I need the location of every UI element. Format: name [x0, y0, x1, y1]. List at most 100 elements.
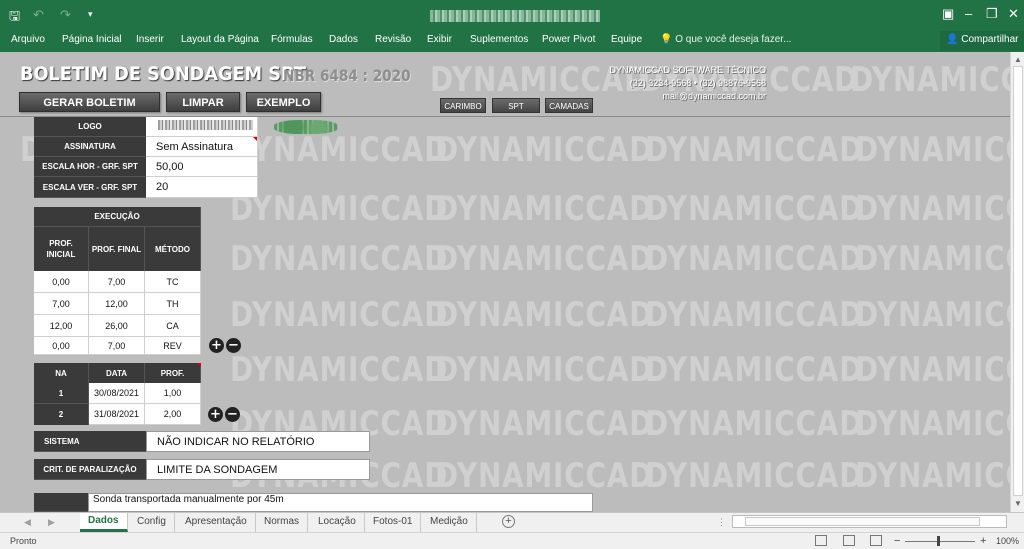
- tab-suplementos[interactable]: Suplementos: [470, 34, 528, 45]
- sheet-tab-normas[interactable]: Normas: [256, 513, 309, 532]
- tell-me-text: O que você deseja fazer...: [675, 34, 792, 45]
- col-metodo: MÉTODO: [145, 227, 201, 271]
- share-label: Compartilhar: [961, 34, 1019, 45]
- company-name: DYNAMICCAD SOFTWARE TÉCNICO: [609, 65, 766, 75]
- scroll-down-icon[interactable]: ▼: [1014, 499, 1022, 508]
- tab-layout-da-pagina[interactable]: Layout da Página: [181, 34, 259, 45]
- redo-icon[interactable]: ↷: [60, 7, 71, 23]
- tab-formulas[interactable]: Fórmulas: [271, 34, 313, 45]
- close-icon[interactable]: ✕: [1008, 6, 1019, 22]
- zoom-level[interactable]: 100%: [996, 536, 1019, 546]
- company-email: mail@dynamiccad.com.br: [662, 91, 766, 101]
- table-cell[interactable]: 2,00: [145, 404, 201, 425]
- watermark: DYNAMICCAD: [645, 404, 864, 444]
- criterio-field[interactable]: LIMITE DA SONDAGEM: [146, 459, 370, 480]
- tab-power-pivot[interactable]: Power Pivot: [542, 34, 595, 45]
- table-cell[interactable]: 0,00: [34, 271, 89, 293]
- carimbo-button[interactable]: CARIMBO: [440, 98, 486, 113]
- add-row-icon[interactable]: +: [209, 338, 224, 353]
- watermark: DYNAMICCAD: [855, 130, 1010, 170]
- scroll-up-icon[interactable]: ▲: [1014, 55, 1022, 64]
- add-sheet-icon[interactable]: +: [502, 515, 515, 528]
- page-layout-view-icon[interactable]: [843, 535, 855, 546]
- escala-ver-field[interactable]: 20: [146, 177, 258, 198]
- table-cell[interactable]: CA: [145, 315, 201, 337]
- window-title-obscured: [430, 10, 600, 22]
- obs-label: [34, 493, 88, 512]
- tab-pagina-inicial[interactable]: Página Inicial: [62, 34, 121, 45]
- table-cell[interactable]: 7,00: [89, 271, 145, 293]
- tab-split-handle-icon[interactable]: ⋮: [717, 517, 726, 528]
- zoom-in-icon[interactable]: +: [980, 535, 986, 547]
- assinatura-field[interactable]: Sem Assinatura: [146, 137, 258, 157]
- minimize-icon[interactable]: –: [965, 6, 972, 21]
- watermark: DYNAMICCAD: [435, 456, 654, 496]
- save-icon[interactable]: 🖫: [9, 7, 20, 29]
- tab-revisao[interactable]: Revisão: [375, 34, 411, 45]
- col-prof-final: PROF. FINAL: [89, 227, 145, 271]
- limpar-button[interactable]: LIMPAR: [166, 92, 240, 112]
- table-cell[interactable]: 12,00: [89, 293, 145, 315]
- escala-hor-label: ESCALA HOR - GRF. SPT: [34, 157, 146, 177]
- watermark: DYNAMICCAD: [230, 189, 449, 229]
- escala-ver-label: ESCALA VER - GRF. SPT: [34, 177, 146, 198]
- share-button[interactable]: 👤 Compartilhar: [940, 31, 1024, 51]
- prev-sheet-icon[interactable]: ◀: [24, 517, 31, 528]
- vertical-scroll-thumb[interactable]: [1013, 66, 1023, 496]
- page-break-view-icon[interactable]: [870, 535, 882, 546]
- sheet-tab-medicao[interactable]: Medição: [422, 513, 477, 532]
- tab-equipe[interactable]: Equipe: [611, 34, 642, 45]
- horizontal-scrollbar[interactable]: [732, 515, 1007, 528]
- obs-field[interactable]: Sonda transportada manualmente por 45m: [88, 493, 593, 512]
- status-bar: Pronto − + 100%: [0, 532, 1024, 549]
- table-cell[interactable]: 7,00: [89, 337, 145, 355]
- add-row-icon[interactable]: +: [208, 407, 223, 422]
- vertical-scrollbar[interactable]: ▲ ▼: [1010, 52, 1024, 512]
- tab-dados[interactable]: Dados: [329, 34, 358, 45]
- ribbon-display-options-icon[interactable]: ▣: [942, 6, 954, 22]
- sheet-tab-dados[interactable]: Dados: [80, 513, 128, 532]
- table-cell[interactable]: 26,00: [89, 315, 145, 337]
- table-cell[interactable]: 7,00: [34, 293, 89, 315]
- spt-button[interactable]: SPT: [492, 98, 540, 113]
- customize-quick-access-icon[interactable]: ▾: [88, 9, 93, 20]
- table-cell[interactable]: 1,00: [145, 383, 201, 404]
- remove-row-icon[interactable]: −: [226, 338, 241, 353]
- sheet-tab-config[interactable]: Config: [129, 513, 175, 532]
- next-sheet-icon[interactable]: ▶: [48, 517, 55, 528]
- sheet-tab-apresentacao[interactable]: Apresentação: [177, 513, 256, 532]
- horizontal-scroll-thumb[interactable]: [745, 517, 980, 526]
- zoom-out-icon[interactable]: −: [894, 535, 900, 547]
- camadas-button[interactable]: CAMADAS: [545, 98, 593, 113]
- exemplo-button[interactable]: EXEMPLO: [246, 92, 321, 112]
- gerar-boletim-button[interactable]: GERAR BOLETIM: [19, 92, 160, 112]
- watermark: DYNAMICCAD: [435, 130, 654, 170]
- sheet-tab-fotos-01[interactable]: Fotos-01: [365, 513, 422, 532]
- table-cell[interactable]: TH: [145, 293, 201, 315]
- escala-hor-field[interactable]: 50,00: [146, 157, 258, 177]
- remove-row-icon[interactable]: −: [225, 407, 240, 422]
- table-cell[interactable]: 0,00: [34, 337, 89, 355]
- table-cell[interactable]: 30/08/2021: [89, 383, 145, 404]
- tab-inserir[interactable]: Inserir: [136, 34, 164, 45]
- table-cell[interactable]: REV: [145, 337, 201, 355]
- sheet-tab-locacao[interactable]: Locação: [310, 513, 365, 532]
- undo-icon[interactable]: ↶: [33, 7, 44, 23]
- watermark: DYNAMICCAD: [230, 350, 449, 390]
- na-row-number: 2: [34, 404, 89, 425]
- sistema-field[interactable]: NÃO INDICAR NO RELATÓRIO: [146, 431, 370, 452]
- restore-icon[interactable]: ❐: [986, 6, 998, 22]
- watermark: DYNAMICCAD: [855, 189, 1010, 229]
- tab-exibir[interactable]: Exibir: [427, 34, 452, 45]
- zoom-slider[interactable]: [905, 541, 975, 542]
- report-title: BOLETIM DE SONDAGEM SPT: [20, 63, 307, 85]
- table-cell[interactable]: 31/08/2021: [89, 404, 145, 425]
- table-cell[interactable]: 12,00: [34, 315, 89, 337]
- watermark: DYNAMICCAD: [435, 189, 654, 229]
- tell-me-box[interactable]: 💡 O que você deseja fazer...: [660, 34, 791, 45]
- zoom-slider-knob[interactable]: [937, 536, 940, 546]
- table-cell[interactable]: TC: [145, 271, 201, 293]
- normal-view-icon[interactable]: [815, 535, 827, 546]
- watermark: DYNAMICCAD: [645, 189, 864, 229]
- tab-arquivo[interactable]: Arquivo: [11, 34, 45, 45]
